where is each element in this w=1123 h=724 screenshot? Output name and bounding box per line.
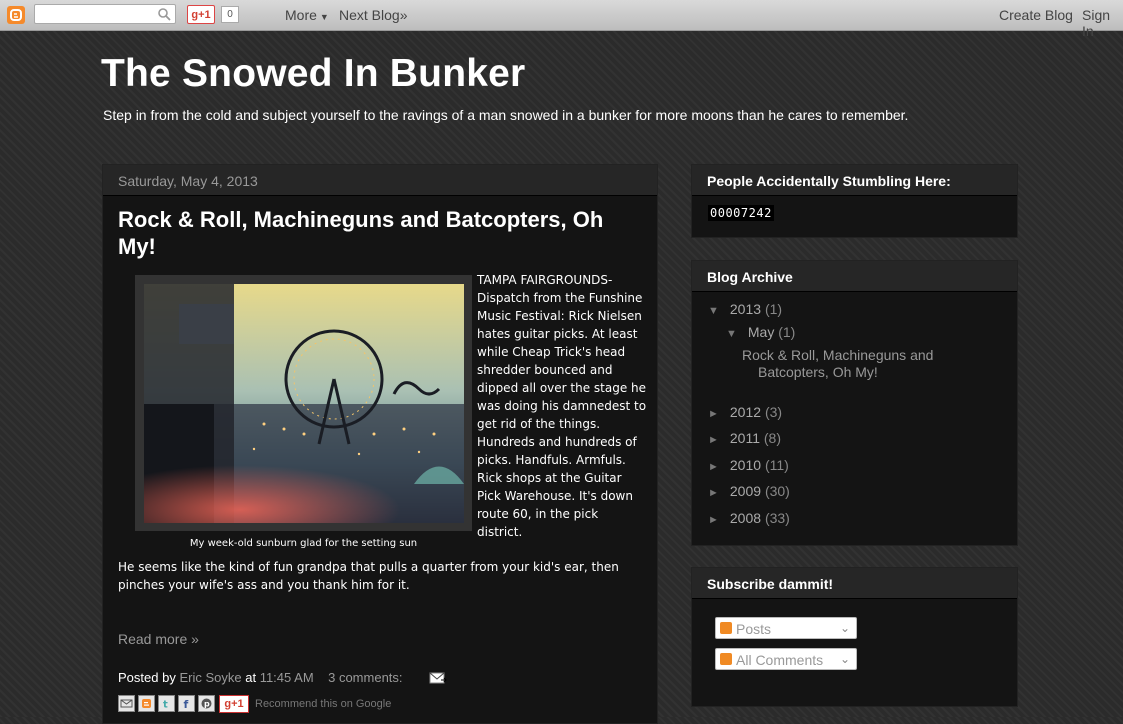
- blogger-navbar: g+1 0 More ▼ Next Blog» Create Blog Sign …: [0, 0, 1123, 39]
- post-photo[interactable]: [144, 284, 464, 523]
- svg-text:f: f: [184, 698, 189, 711]
- post-body-paragraph-1: TAMPA FAIRGROUNDS- Dispatch from the Fun…: [477, 273, 647, 539]
- create-blog-link[interactable]: Create Blog: [999, 7, 1073, 23]
- twitter-share-icon[interactable]: t: [158, 695, 175, 712]
- collapse-triangle-icon[interactable]: ▼: [708, 305, 726, 317]
- collapse-triangle-icon[interactable]: ▼: [726, 328, 744, 340]
- photo-caption: My week-old sunburn glad for the setting…: [189, 538, 418, 549]
- email-share-icon[interactable]: [118, 695, 135, 712]
- chevron-down-icon: ⌄: [839, 621, 850, 635]
- comments-link[interactable]: 3 comments:: [328, 670, 402, 685]
- subscribe-comments-dropdown[interactable]: All Comments ⌄: [715, 648, 857, 670]
- recommend-text: Recommend this on Google: [255, 698, 392, 710]
- widget-header: Subscribe dammit!: [692, 568, 1017, 599]
- archive-month-count: (1): [778, 324, 796, 340]
- post-figure: [135, 275, 472, 531]
- search-icon[interactable]: [157, 7, 171, 26]
- archive-year-2013[interactable]: ▼ 2013 (1): [708, 301, 782, 317]
- subscribe-widget: Subscribe dammit! Posts ⌄ All Comments ⌄: [691, 567, 1018, 707]
- caret-down-icon: ▼: [319, 12, 329, 22]
- next-blog-link[interactable]: Next Blog»: [339, 7, 407, 23]
- archive-year-label[interactable]: 2012: [730, 404, 761, 420]
- svg-text:p: p: [204, 700, 210, 709]
- archive-year-label[interactable]: 2011: [730, 430, 760, 446]
- blogthis-share-icon[interactable]: [138, 695, 155, 712]
- archive-post-line-1: Rock & Roll, Machineguns and: [742, 347, 934, 363]
- visitor-widget-title: People Accidentally Stumbling Here:: [707, 173, 951, 189]
- archive-year-2011[interactable]: ► 2011 (8): [708, 430, 781, 446]
- post-panel: Saturday, May 4, 2013 Rock & Roll, Machi…: [102, 164, 658, 724]
- pinterest-share-icon[interactable]: p: [198, 695, 215, 712]
- blog-title[interactable]: The Snowed In Bunker: [101, 52, 525, 96]
- archive-month-label[interactable]: May: [748, 324, 774, 340]
- archive-widget-title: Blog Archive: [707, 269, 793, 285]
- gplus-button[interactable]: g+1: [187, 5, 215, 24]
- search-box: [34, 4, 176, 24]
- subscribe-widget-title: Subscribe dammit!: [707, 576, 834, 592]
- sign-in-link[interactable]: Sign In: [1082, 7, 1123, 39]
- subscribe-comments-label: All Comments: [736, 652, 824, 668]
- author-link[interactable]: Eric Soyke: [179, 670, 241, 685]
- gplus-count: 0: [221, 6, 239, 23]
- archive-year-2009[interactable]: ► 2009 (30): [708, 483, 790, 499]
- archive-year-count: (11): [764, 457, 789, 473]
- post-date: Saturday, May 4, 2013: [118, 173, 258, 189]
- expand-triangle-icon[interactable]: ►: [708, 434, 726, 446]
- post-footer: Posted by Eric Soyke at 11:45 AM 3 comme…: [118, 670, 403, 685]
- archive-year-2008[interactable]: ► 2008 (33): [708, 510, 790, 526]
- archive-year-count: (1): [764, 301, 783, 317]
- svg-text:t: t: [163, 700, 168, 711]
- subscribe-posts-dropdown[interactable]: Posts ⌄: [715, 617, 857, 639]
- read-more-link[interactable]: Read more »: [118, 631, 199, 647]
- archive-post-line-2: Batcopters, Oh My!: [758, 364, 878, 380]
- archive-year-count: (30): [764, 483, 790, 499]
- archive-year-2012[interactable]: ► 2012 (3): [708, 404, 782, 420]
- rss-feed-icon: [720, 653, 732, 665]
- rss-feed-icon: [720, 622, 732, 634]
- archive-post-link[interactable]: Rock & Roll, Machineguns and Batcopters,…: [742, 347, 952, 381]
- subscribe-posts-label: Posts: [736, 621, 772, 637]
- post-body-paragraph-2: He seems like the kind of fun grandpa th…: [118, 560, 619, 592]
- chevron-down-icon: ⌄: [839, 652, 850, 666]
- archive-year-label[interactable]: 2009: [730, 483, 761, 499]
- date-bar: Saturday, May 4, 2013: [103, 165, 657, 196]
- archive-year-label[interactable]: 2008: [730, 510, 761, 526]
- post-time-link[interactable]: 11:45 AM: [260, 670, 314, 685]
- archive-year-count: (33): [764, 510, 790, 526]
- posted-by-label: Posted by: [118, 670, 176, 685]
- archive-year-2010[interactable]: ► 2010 (11): [708, 457, 789, 473]
- archive-year-count: (8): [763, 430, 782, 446]
- archive-year-count: (3): [764, 404, 783, 420]
- blog-description: Step in from the cold and subject yourse…: [103, 107, 909, 123]
- email-post-icon[interactable]: [429, 671, 447, 690]
- widget-header: Blog Archive: [692, 261, 1017, 292]
- gplus-share-button[interactable]: g+1: [219, 695, 249, 713]
- visitor-count: 00007242: [708, 205, 774, 221]
- facebook-share-icon[interactable]: f: [178, 695, 195, 712]
- at-label: at: [245, 670, 257, 685]
- post-title[interactable]: Rock & Roll, Machineguns and Batcopters,…: [118, 206, 638, 260]
- expand-triangle-icon[interactable]: ►: [708, 461, 726, 473]
- expand-triangle-icon[interactable]: ►: [708, 487, 726, 499]
- archive-year-label[interactable]: 2010: [730, 457, 761, 473]
- more-label: More: [285, 7, 317, 23]
- blog-archive-widget: Blog Archive ▼ 2013 (1) ▼ May (1) Rock &…: [691, 260, 1018, 546]
- blogger-logo-icon[interactable]: [7, 6, 25, 24]
- visitor-counter-widget: People Accidentally Stumbling Here: 0000…: [691, 164, 1018, 238]
- expand-triangle-icon[interactable]: ►: [708, 514, 726, 526]
- search-input[interactable]: [37, 6, 159, 24]
- widget-header: People Accidentally Stumbling Here:: [692, 165, 1017, 196]
- archive-year-label[interactable]: 2013: [730, 301, 761, 317]
- expand-triangle-icon[interactable]: ►: [708, 408, 726, 420]
- archive-month-may[interactable]: ▼ May (1): [726, 324, 795, 340]
- more-menu[interactable]: More ▼: [285, 7, 329, 23]
